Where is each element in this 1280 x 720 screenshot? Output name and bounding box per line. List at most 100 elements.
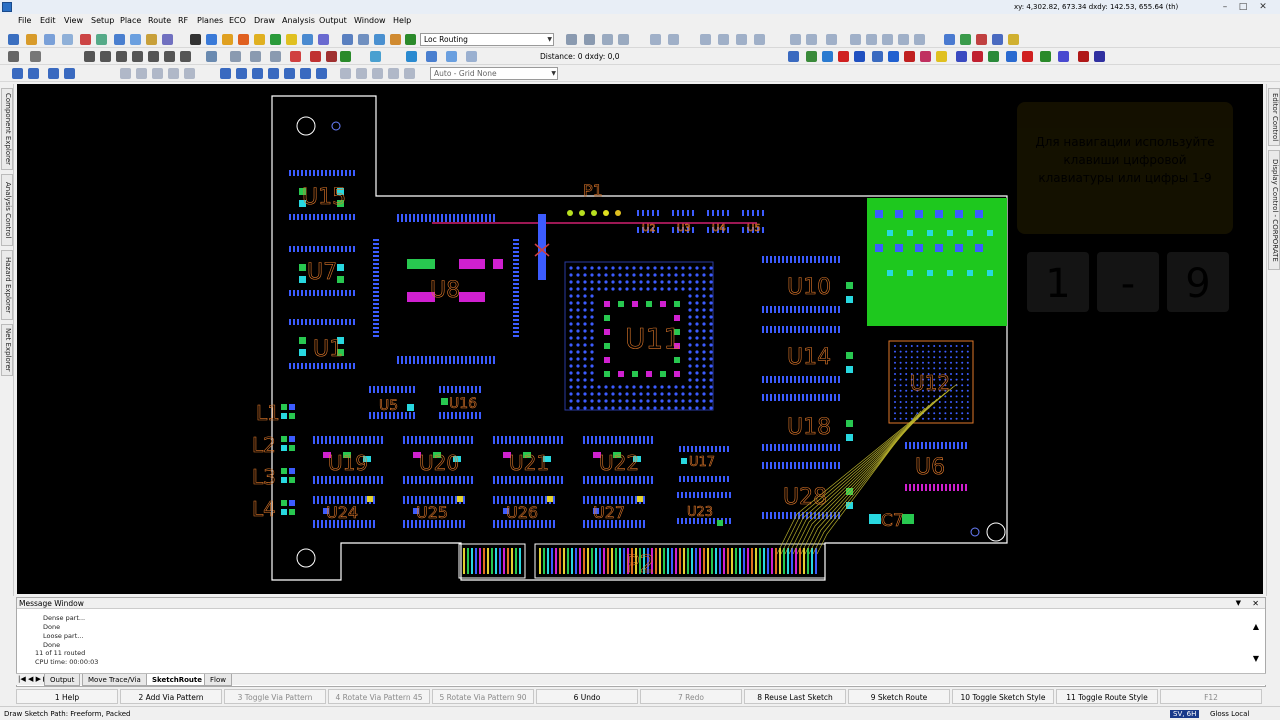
grid-icon[interactable] xyxy=(130,34,141,45)
fanout-icon[interactable] xyxy=(302,34,313,45)
pointer-icon[interactable] xyxy=(8,51,19,62)
view-icon[interactable] xyxy=(788,51,799,62)
tool-d-icon[interactable] xyxy=(1058,51,1069,62)
add-part-icon[interactable] xyxy=(30,51,41,62)
plow-icon[interactable] xyxy=(806,34,817,45)
nudge-v-icon[interactable] xyxy=(300,68,311,79)
route-all-icon[interactable] xyxy=(406,51,417,62)
delete-trace-icon[interactable] xyxy=(972,51,983,62)
properties-panel-icon[interactable] xyxy=(872,51,883,62)
tool-b-icon[interactable] xyxy=(1022,51,1033,62)
routing-mode-select[interactable]: Loc Routing ▼ xyxy=(420,33,554,46)
tab-component-explorer[interactable]: Component Explorer xyxy=(1,88,13,170)
save-icon[interactable] xyxy=(8,34,19,45)
drc-icon[interactable] xyxy=(238,34,249,45)
fanout-all-icon[interactable] xyxy=(426,51,437,62)
report-icon[interactable] xyxy=(390,34,401,45)
move-down-icon[interactable] xyxy=(268,68,279,79)
fkey-sketch-route[interactable]: 9 Sketch Route xyxy=(848,689,950,704)
fkey-rotate-90[interactable]: 5 Rotate Via Pattern 90 xyxy=(432,689,534,704)
pan-icon[interactable] xyxy=(146,34,157,45)
minimize-button[interactable]: – xyxy=(1218,1,1232,13)
layer-down-icon[interactable] xyxy=(904,51,915,62)
move-left-icon[interactable] xyxy=(220,68,231,79)
message-window-close-icon[interactable]: ✕ xyxy=(1252,599,1259,608)
measure-icon[interactable] xyxy=(342,34,353,45)
gloss-mode-indicator[interactable]: Gloss Local xyxy=(1210,710,1249,718)
plane-icon[interactable] xyxy=(374,34,385,45)
show-icon[interactable] xyxy=(356,68,367,79)
tool-f-icon[interactable] xyxy=(1094,51,1105,62)
text-icon[interactable] xyxy=(358,34,369,45)
tab-display-control[interactable]: Display Control - CORPORATE xyxy=(1268,150,1280,270)
tool-a-icon[interactable] xyxy=(1006,51,1017,62)
menu-output[interactable]: Output xyxy=(319,16,347,25)
menu-edit[interactable]: Edit xyxy=(40,16,56,25)
unroute-icon[interactable] xyxy=(310,51,321,62)
pcb-drawing[interactable]: U15 U7 U1 U8 P1 U11 U10 U14 U18 U28 U12 … xyxy=(17,84,1263,594)
tab-move-trace[interactable]: Move Trace/Via xyxy=(82,674,147,686)
menu-help[interactable]: Help xyxy=(393,16,411,25)
paste-trace-icon[interactable] xyxy=(618,34,629,45)
unfreeze-icon[interactable] xyxy=(388,68,399,79)
zoom-icon[interactable] xyxy=(162,34,173,45)
fkey-reuse-last-sketch[interactable]: 8 Reuse Last Sketch xyxy=(744,689,846,704)
stack-icon[interactable] xyxy=(184,68,195,79)
align-left-icon[interactable] xyxy=(12,68,23,79)
dim-tool-icon[interactable] xyxy=(230,51,241,62)
copper-icon[interactable] xyxy=(340,51,351,62)
fkey-f12[interactable]: F12 xyxy=(1160,689,1262,704)
tab-editor-control[interactable]: Editor Control xyxy=(1268,88,1280,146)
move-up-icon[interactable] xyxy=(252,68,263,79)
rotate-icon[interactable] xyxy=(700,34,711,45)
fkey-undo[interactable]: 6 Undo xyxy=(536,689,638,704)
freeze-icon[interactable] xyxy=(372,68,383,79)
menu-rf[interactable]: RF xyxy=(178,16,188,25)
menu-window[interactable]: Window xyxy=(354,16,386,25)
nets-icon[interactable] xyxy=(960,34,971,45)
route-mode-icon[interactable] xyxy=(566,34,577,45)
spread-v-icon[interactable] xyxy=(136,68,147,79)
tool-e-icon[interactable] xyxy=(1078,51,1089,62)
layer-up-icon[interactable] xyxy=(888,51,899,62)
center-v-icon[interactable] xyxy=(168,68,179,79)
nudge-icon[interactable] xyxy=(284,68,295,79)
move-right-icon[interactable] xyxy=(236,68,247,79)
clearance-icon[interactable] xyxy=(976,34,987,45)
via-icon[interactable] xyxy=(254,34,265,45)
angle-mode-icon[interactable] xyxy=(584,34,595,45)
clear-icon[interactable] xyxy=(326,51,337,62)
align-top-icon[interactable] xyxy=(48,68,59,79)
delete-icon[interactable] xyxy=(290,51,301,62)
fkey-toggle-via-pattern[interactable]: 3 Toggle Via Pattern xyxy=(224,689,326,704)
distribute-icon[interactable] xyxy=(754,34,765,45)
move-icon[interactable] xyxy=(668,34,679,45)
polygon-tool-icon[interactable] xyxy=(148,51,159,62)
menu-file[interactable]: File xyxy=(18,16,31,25)
fkey-help[interactable]: 1 Help xyxy=(16,689,118,704)
flood-icon[interactable] xyxy=(370,51,381,62)
tune-icon[interactable] xyxy=(318,34,329,45)
menu-planes[interactable]: Planes xyxy=(197,16,223,25)
text-tool-icon[interactable] xyxy=(84,51,95,62)
pcb-canvas[interactable]: U15 U7 U1 U8 P1 U11 U10 U14 U18 U28 U12 … xyxy=(17,84,1263,594)
highlight-icon[interactable] xyxy=(222,34,233,45)
teardrop-icon[interactable] xyxy=(850,34,861,45)
group-icon[interactable] xyxy=(914,34,925,45)
pen-icon[interactable] xyxy=(936,51,947,62)
align-icon[interactable] xyxy=(736,34,747,45)
undo-icon[interactable] xyxy=(44,34,55,45)
unhighlight-icon[interactable] xyxy=(854,51,865,62)
menu-place[interactable]: Place xyxy=(120,16,141,25)
swap-icon[interactable] xyxy=(920,51,931,62)
copy-icon[interactable] xyxy=(96,34,107,45)
check-icon[interactable] xyxy=(405,34,416,45)
fkey-redo[interactable]: 7 Redo xyxy=(640,689,742,704)
line-tool-icon[interactable] xyxy=(100,51,111,62)
keepout-tool-icon[interactable] xyxy=(250,51,261,62)
menu-draw[interactable]: Draw xyxy=(254,16,275,25)
sketch-icon[interactable] xyxy=(790,34,801,45)
tab-hazard-explorer[interactable]: Hazard Explorer xyxy=(1,250,13,320)
snap-grid-icon[interactable] xyxy=(316,68,327,79)
accept-icon[interactable] xyxy=(988,51,999,62)
